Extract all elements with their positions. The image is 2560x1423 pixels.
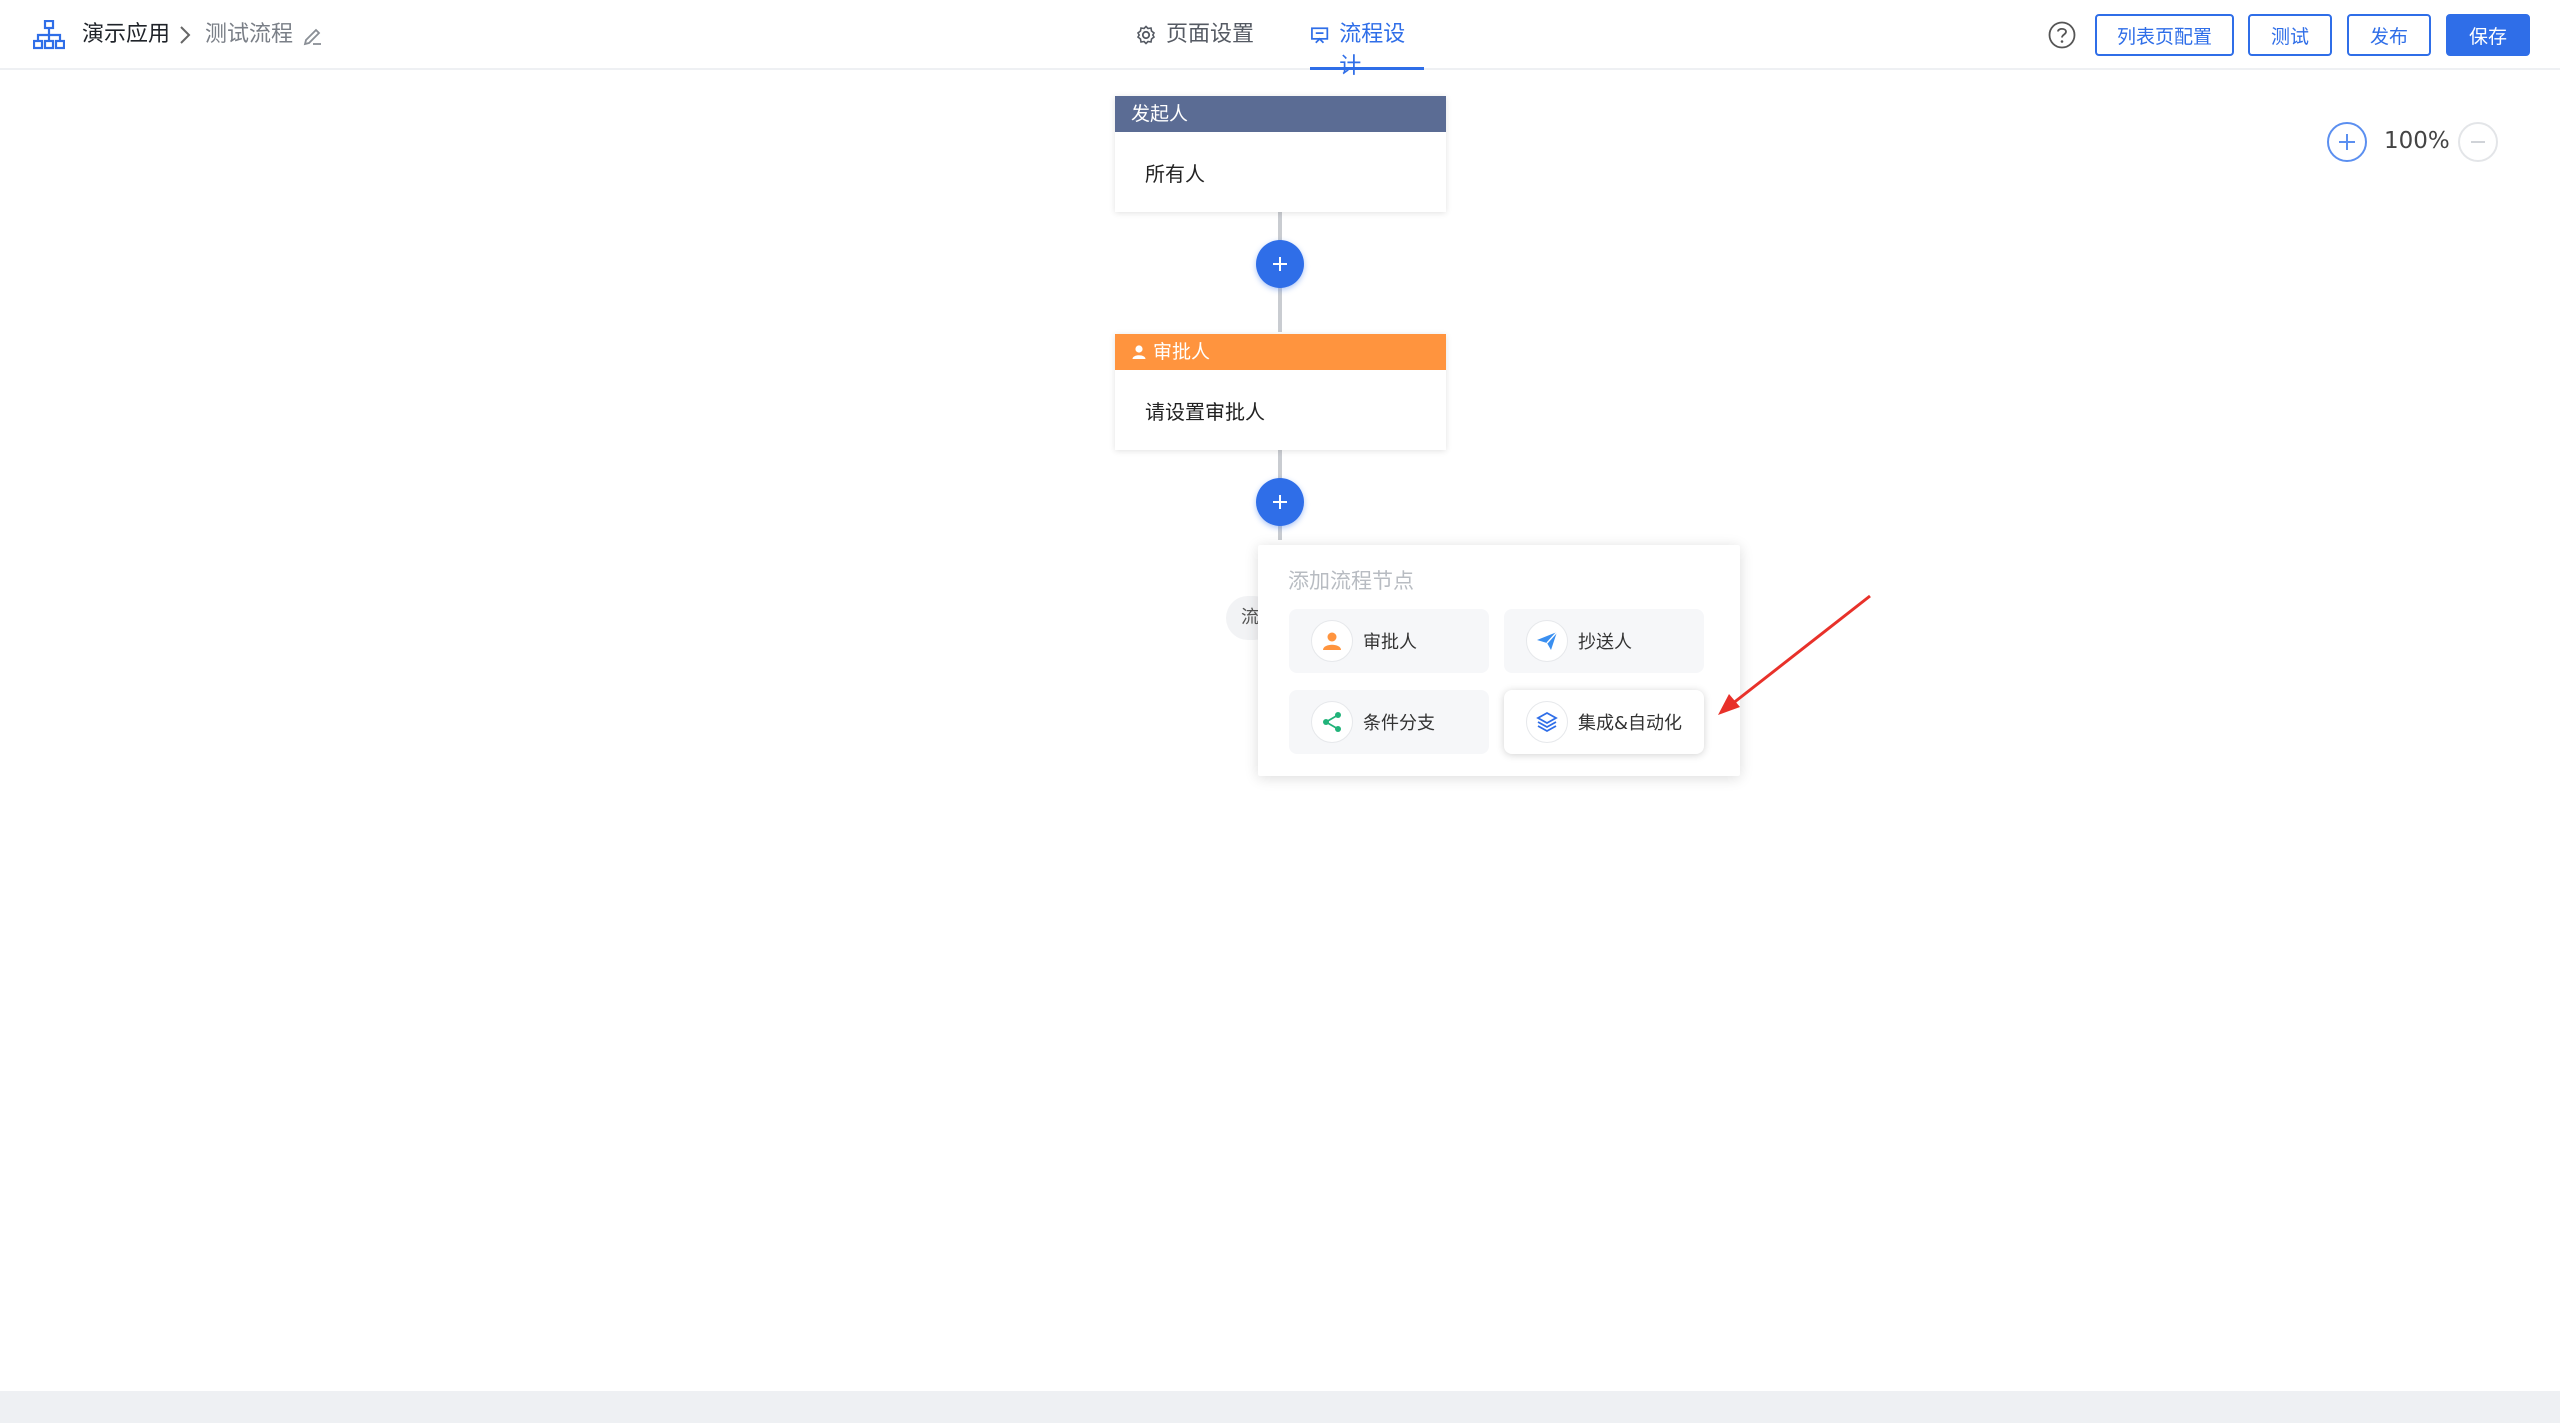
test-button[interactable]: 测试 [2248,14,2332,56]
option-approver-label: 审批人 [1363,632,1417,653]
gear-icon [1136,25,1156,45]
option-integration-automation[interactable]: 集成&自动化 [1504,690,1704,754]
plus-icon [1273,495,1287,509]
approver-node-content: 请设置审批人 [1145,400,1265,424]
chevron-right-icon [180,26,191,44]
user-icon [1132,345,1146,359]
add-node-button[interactable] [1256,478,1304,526]
option-cc-label: 抄送人 [1578,632,1632,653]
option-condition-branch-label: 条件分支 [1363,713,1435,734]
branch-icon [1311,701,1353,743]
edit-icon[interactable] [302,24,324,46]
start-node-content: 所有人 [1145,162,1205,186]
tab-page-settings-label: 页面设置 [1166,22,1255,47]
popup-title: 添加流程节点 [1288,569,1414,593]
save-button[interactable]: 保存 [2446,14,2530,56]
help-icon[interactable] [2047,20,2077,50]
org-chart-icon [33,20,65,50]
send-icon [1526,620,1568,662]
start-node-title: 发起人 [1131,103,1189,125]
flow-name-breadcrumb: 测试流程 [205,22,294,47]
option-condition-branch[interactable]: 条件分支 [1289,690,1489,754]
approver-node-title: 审批人 [1153,341,1211,363]
start-node[interactable]: 发起人 所有人 [1115,96,1446,212]
minus-icon [2471,141,2485,143]
option-approver[interactable]: 审批人 [1289,609,1489,673]
zoom-level: 100% [2384,128,2450,154]
start-node-header: 发起人 [1115,96,1446,132]
user-icon [1311,620,1353,662]
zoom-in-button[interactable] [2327,122,2367,162]
plus-icon [2339,134,2355,150]
zoom-out-button[interactable] [2458,122,2498,162]
plus-icon [1273,257,1287,271]
add-node-popup: 添加流程节点 审批人 抄送人 条件分支 集成&自动化 [1258,545,1740,776]
option-integration-automation-label: 集成&自动化 [1578,713,1683,734]
add-node-button[interactable] [1256,240,1304,288]
publish-button[interactable]: 发布 [2347,14,2431,56]
top-header: 演示应用 测试流程 页面设置 流程设计 列表页配置 测试 发布 保存 [0,0,2560,79]
app-name-breadcrumb[interactable]: 演示应用 [82,19,170,51]
tab-page-settings[interactable]: 页面设置 [1136,19,1254,70]
tab-flow-design[interactable]: 流程设计 [1310,19,1424,79]
annotation-arrow-icon [1718,594,1871,715]
bottom-bar [0,1391,2560,1423]
option-cc[interactable]: 抄送人 [1504,609,1704,673]
layers-icon [1526,701,1568,743]
approver-node-header: 审批人 [1115,334,1446,370]
flow-design-icon [1311,27,1329,44]
tab-flow-design-label: 流程设计 [1339,22,1406,79]
approver-node[interactable]: 审批人 请设置审批人 [1115,334,1446,450]
list-page-config-button[interactable]: 列表页配置 [2095,14,2234,56]
